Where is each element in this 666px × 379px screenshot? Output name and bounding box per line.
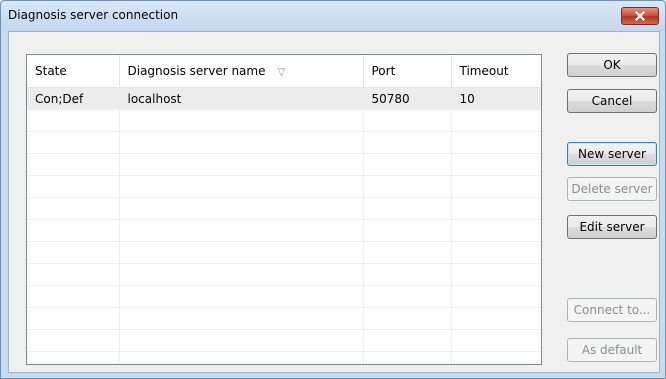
empty-cell bbox=[451, 351, 541, 364]
cell-port: 50780 bbox=[363, 87, 452, 110]
empty-cell bbox=[451, 109, 541, 132]
empty-row bbox=[27, 109, 541, 132]
close-button[interactable] bbox=[621, 7, 659, 25]
empty-cell bbox=[27, 329, 120, 352]
empty-cell bbox=[363, 263, 452, 286]
empty-cell bbox=[451, 175, 541, 198]
sort-descending-icon: ▽ bbox=[277, 67, 286, 78]
column-header-name[interactable]: Diagnosis server name ▽ bbox=[119, 55, 364, 88]
empty-cell bbox=[119, 197, 364, 220]
empty-cell bbox=[363, 351, 452, 364]
empty-cell bbox=[363, 175, 452, 198]
empty-row bbox=[27, 307, 541, 330]
empty-cell bbox=[451, 307, 541, 330]
table-row[interactable]: Con;Def localhost 50780 10 bbox=[27, 87, 541, 110]
empty-cell bbox=[27, 109, 120, 132]
empty-cell bbox=[27, 153, 120, 176]
empty-row bbox=[27, 263, 541, 286]
ok-button[interactable]: OK bbox=[567, 53, 657, 77]
cancel-button[interactable]: Cancel bbox=[567, 89, 657, 113]
empty-row bbox=[27, 285, 541, 308]
empty-cell bbox=[27, 131, 120, 154]
empty-cell bbox=[451, 329, 541, 352]
empty-cell bbox=[363, 197, 452, 220]
empty-row bbox=[27, 351, 541, 364]
empty-cell bbox=[27, 351, 120, 364]
as-default-button[interactable]: As default bbox=[567, 338, 657, 362]
empty-cell bbox=[27, 307, 120, 330]
close-icon bbox=[635, 11, 645, 21]
empty-cell bbox=[451, 131, 541, 154]
empty-row bbox=[27, 131, 541, 154]
empty-cell bbox=[27, 241, 120, 264]
column-header-state[interactable]: State bbox=[27, 55, 120, 88]
empty-row bbox=[27, 241, 541, 264]
cell-timeout: 10 bbox=[451, 87, 541, 110]
empty-cell bbox=[27, 175, 120, 198]
column-header-timeout[interactable]: Timeout bbox=[451, 55, 541, 88]
column-header-port[interactable]: Port bbox=[363, 55, 452, 88]
empty-cell bbox=[119, 263, 364, 286]
table-header-row: State Diagnosis server name ▽ Port Timeou… bbox=[27, 55, 541, 88]
cell-state: Con;Def bbox=[27, 87, 120, 110]
empty-cell bbox=[363, 153, 452, 176]
edit-server-button[interactable]: Edit server bbox=[567, 215, 657, 239]
cell-name: localhost bbox=[119, 87, 364, 110]
empty-cell bbox=[363, 219, 452, 242]
server-table: State Diagnosis server name ▽ Port Timeou… bbox=[27, 55, 541, 364]
empty-cell bbox=[363, 285, 452, 308]
empty-cell bbox=[27, 263, 120, 286]
empty-cell bbox=[119, 153, 364, 176]
empty-row bbox=[27, 329, 541, 352]
empty-cell bbox=[27, 219, 120, 242]
title-bar[interactable]: Diagnosis server connection bbox=[1, 1, 665, 31]
empty-cell bbox=[451, 263, 541, 286]
empty-cell bbox=[119, 329, 364, 352]
empty-cell bbox=[363, 131, 452, 154]
empty-cell bbox=[119, 109, 364, 132]
empty-row bbox=[27, 175, 541, 198]
empty-cell bbox=[363, 241, 452, 264]
empty-row bbox=[27, 197, 541, 220]
new-server-button[interactable]: New server bbox=[567, 142, 657, 166]
empty-row bbox=[27, 153, 541, 176]
empty-cell bbox=[119, 175, 364, 198]
window-title: Diagnosis server connection bbox=[8, 8, 179, 22]
empty-cell bbox=[27, 197, 120, 220]
empty-cell bbox=[363, 109, 452, 132]
empty-cell bbox=[119, 241, 364, 264]
empty-cell bbox=[119, 219, 364, 242]
server-rows: Con;Def localhost 50780 10 bbox=[27, 87, 541, 364]
empty-cell bbox=[451, 285, 541, 308]
empty-cell bbox=[119, 351, 364, 364]
empty-cell bbox=[119, 307, 364, 330]
delete-server-button[interactable]: Delete server bbox=[567, 177, 657, 201]
empty-row bbox=[27, 219, 541, 242]
dialog-window: Diagnosis server connection State Diagno… bbox=[0, 0, 666, 379]
server-list[interactable]: State Diagnosis server name ▽ Port Timeou… bbox=[26, 54, 542, 365]
empty-cell bbox=[363, 329, 452, 352]
empty-cell bbox=[451, 219, 541, 242]
empty-cell bbox=[119, 131, 364, 154]
empty-cell bbox=[119, 285, 364, 308]
empty-cell bbox=[363, 307, 452, 330]
dialog-client-area: State Diagnosis server name ▽ Port Timeou… bbox=[8, 31, 660, 373]
empty-cell bbox=[451, 153, 541, 176]
empty-cell bbox=[451, 241, 541, 264]
empty-cell bbox=[27, 285, 120, 308]
connect-to-button[interactable]: Connect to... bbox=[567, 298, 657, 322]
empty-cell bbox=[451, 197, 541, 220]
